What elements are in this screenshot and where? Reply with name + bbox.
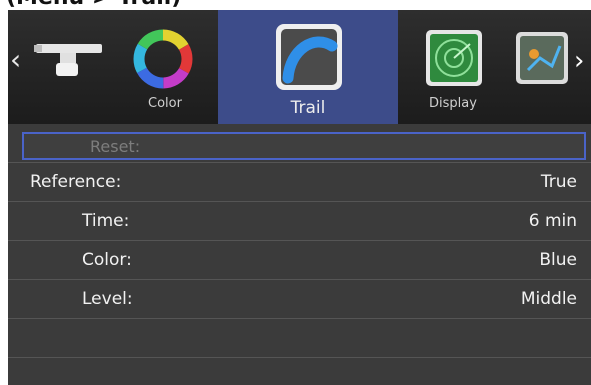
list-item-time[interactable]: Time: 6 min [8,202,591,241]
reset-row-container: Reset: [8,124,591,163]
menu-toolbar: ‹ Color Trail Display › [8,10,591,124]
setting-value: Blue [539,250,577,270]
display-radar-icon [426,30,482,86]
color-wheel-icon [133,29,193,89]
scroll-right-icon[interactable]: › [574,48,584,74]
page-caption: (Menu > Trail) [6,0,181,10]
trail-settings-list: Reset: Reference: True Time: 6 min Color… [8,124,591,385]
setting-label: Reference: [30,172,122,192]
list-item-color[interactable]: Color: Blue [8,241,591,280]
toolbar-item-trail[interactable]: Trail [218,10,398,124]
scroll-left-icon[interactable]: ‹ [10,46,21,74]
list-item-empty [8,319,591,358]
setting-label: Time: [82,211,130,231]
setting-value: 6 min [528,211,577,231]
list-item-level[interactable]: Level: Middle [8,280,591,319]
setting-label: Color: [82,250,132,270]
aircraft-icon [34,44,102,76]
toolbar-item-color[interactable]: Color [112,10,218,124]
reset-button[interactable]: Reset: [22,132,586,160]
toolbar-item-aircraft[interactable] [26,10,110,124]
setting-value: True [540,172,577,192]
trail-menu-panel: ‹ Color Trail Display › Reset: Reference… [8,10,591,385]
list-item-reference[interactable]: Reference: True [8,163,591,202]
toolbar-item-map[interactable] [512,10,574,124]
toolbar-item-label: Color [148,96,182,111]
toolbar-item-label: Display [429,96,477,111]
reset-label: Reset: [90,137,141,156]
setting-value: Middle [520,289,577,309]
map-target-icon [516,32,568,84]
setting-label: Level: [82,289,133,309]
trail-icon [276,24,342,90]
toolbar-item-display[interactable]: Display [400,10,506,124]
toolbar-item-label: Trail [290,98,326,118]
